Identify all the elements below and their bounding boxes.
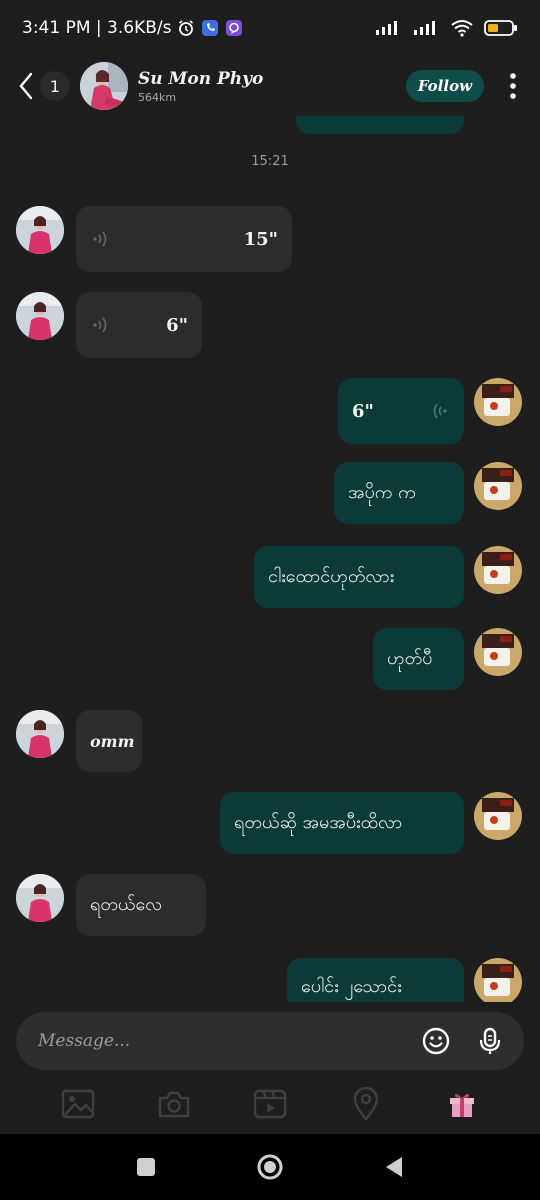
- vertical-dots-icon[interactable]: [498, 66, 528, 106]
- my-avatar[interactable]: [474, 378, 522, 426]
- triangle-back-icon[interactable]: [380, 1153, 408, 1181]
- chevron-left-icon[interactable]: [12, 66, 40, 106]
- gift-icon[interactable]: [442, 1084, 482, 1124]
- voice-message-bubble[interactable]: 15": [76, 206, 292, 272]
- voice-wave-icon: [90, 314, 112, 336]
- message-text: ရတယ်လေ: [90, 893, 162, 915]
- voice-duration: 15": [243, 228, 278, 250]
- text-message-bubble[interactable]: ဟုတ်ပီ: [373, 628, 464, 690]
- microphone-icon[interactable]: [474, 1025, 506, 1057]
- voice-wave-icon: [90, 228, 112, 250]
- follow-button[interactable]: Follow: [405, 70, 484, 102]
- message-composer: [16, 1012, 524, 1070]
- sender-avatar[interactable]: [16, 206, 64, 254]
- status-bar: 3:41 PM | 3.6KB/s: [0, 0, 540, 56]
- my-avatar[interactable]: [474, 792, 522, 840]
- viber-icon: [225, 19, 243, 37]
- message-text: အပိုက က: [348, 481, 416, 503]
- location-icon[interactable]: [346, 1084, 386, 1124]
- system-nav-bar: [0, 1134, 540, 1200]
- signal-icon: [374, 19, 402, 37]
- wifi-icon: [450, 19, 474, 37]
- message-input[interactable]: [38, 1031, 398, 1051]
- camera-icon[interactable]: [154, 1084, 194, 1124]
- message-text: ငါးထောင်ဟုတ်လား: [268, 565, 395, 587]
- image-icon[interactable]: [58, 1084, 98, 1124]
- my-avatar[interactable]: [474, 546, 522, 594]
- message-text: ပေါင်း ၂သောင်း: [301, 976, 402, 997]
- unread-count-badge[interactable]: 1: [40, 71, 70, 101]
- circle-icon[interactable]: [256, 1153, 284, 1181]
- text-message-bubble[interactable]: အပိုက က: [334, 462, 464, 524]
- sender-avatar[interactable]: [16, 292, 64, 340]
- text-message-bubble[interactable]: ရတယ်လေ: [76, 874, 206, 936]
- text-message-bubble[interactable]: omm: [76, 710, 142, 772]
- text-message-bubble[interactable]: ပေါင်း ၂သောင်း: [287, 958, 464, 1002]
- chat-timestamp: 15:21: [251, 154, 289, 169]
- sender-avatar[interactable]: [16, 710, 64, 758]
- text-message-bubble[interactable]: ရတယ်ဆို အမအပီးထိလာ: [220, 792, 464, 854]
- chat-message-list[interactable]: 15:21 15" 6" 6" အပိုက က ငါးထောင်ဟုတ်လား …: [0, 116, 540, 1002]
- emoji-icon[interactable]: [420, 1025, 452, 1057]
- status-time: 3:41 PM | 3.6KB/s: [22, 18, 172, 38]
- attachment-toolbar: [0, 1080, 540, 1128]
- message-text: ဟုတ်ပီ: [387, 647, 433, 669]
- battery-icon: [484, 19, 518, 37]
- voice-duration: 6": [352, 400, 374, 422]
- alarm-icon: [177, 19, 195, 37]
- sender-avatar[interactable]: [16, 874, 64, 922]
- my-avatar[interactable]: [474, 628, 522, 676]
- message-bubble-partial: [296, 116, 464, 134]
- voice-wave-icon: [428, 400, 450, 422]
- message-text: omm: [90, 731, 135, 751]
- square-icon[interactable]: [132, 1153, 160, 1181]
- contact-name[interactable]: Su Mon Phyo: [138, 69, 263, 89]
- voice-message-bubble[interactable]: 6": [338, 378, 464, 444]
- voice-duration: 6": [166, 314, 188, 336]
- message-text: ရတယ်ဆို အမအပီးထိလာ: [234, 811, 403, 833]
- my-avatar[interactable]: [474, 462, 522, 510]
- chat-header: 1 Su Mon Phyo 564km Follow: [0, 56, 540, 116]
- contact-distance: 564km: [138, 90, 177, 104]
- text-message-bubble[interactable]: ငါးထောင်ဟုတ်လား: [254, 546, 464, 608]
- my-avatar[interactable]: [474, 958, 522, 1002]
- signal-icon: [412, 19, 440, 37]
- voice-message-bubble[interactable]: 6": [76, 292, 202, 358]
- video-icon[interactable]: [250, 1084, 290, 1124]
- phone-app-icon: [201, 19, 219, 37]
- contact-avatar[interactable]: [80, 62, 128, 110]
